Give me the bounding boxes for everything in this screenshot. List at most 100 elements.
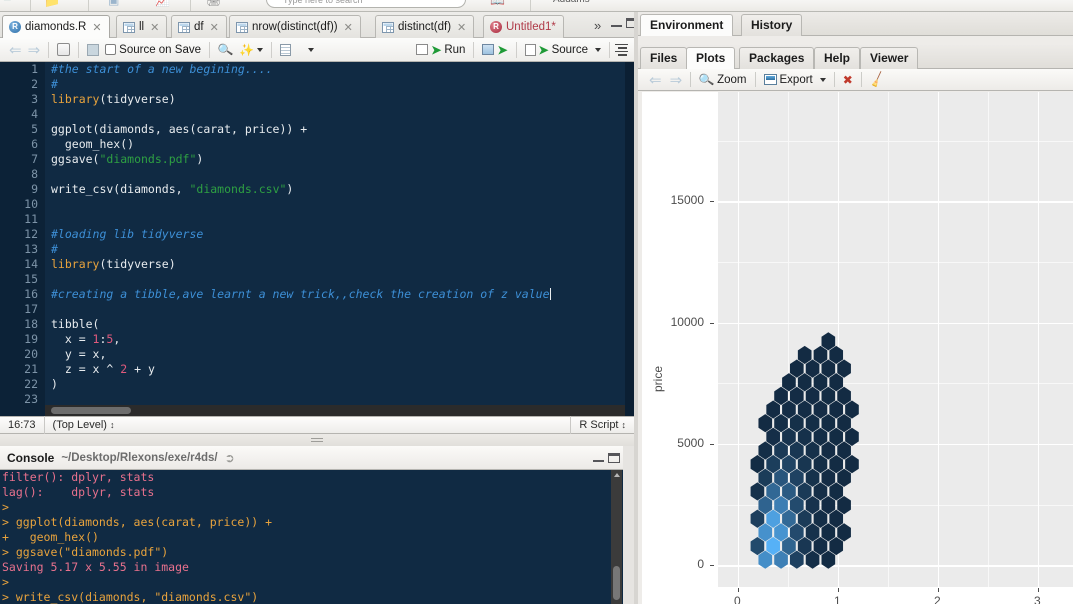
tab-close-icon[interactable]: ✕ [344, 21, 353, 34]
back-icon[interactable]: ⇐ [6, 41, 25, 59]
tab-packages[interactable]: Packages [739, 47, 815, 69]
hex-bin [797, 482, 812, 501]
compile-dropdown[interactable] [294, 47, 317, 52]
code-line[interactable] [45, 167, 634, 182]
hex-bin [821, 550, 836, 569]
source-on-save-checkbox[interactable]: Source on Save [102, 44, 204, 56]
minimize-icon[interactable] [593, 453, 604, 462]
tab-history[interactable]: History [741, 14, 803, 36]
previous-plot-icon[interactable]: ⇐ [645, 71, 666, 89]
rerun-arrow-icon: ➤ [497, 42, 508, 57]
hex-bin [789, 468, 804, 487]
hex-bin [829, 455, 844, 474]
file-type-selector[interactable]: R Script ↕ [571, 416, 634, 434]
hex-bin [766, 427, 780, 446]
share-icon[interactable]: ➲ [225, 451, 235, 465]
code-line[interactable]: z = x ^ 2 + y [45, 362, 634, 377]
folder-icon[interactable]: 📁 [44, 0, 60, 9]
tab-diamonds-r[interactable]: diamonds.R ✕ [2, 15, 110, 38]
tab-nrow-distinct-df[interactable]: nrow(distinct(df)) ✕ [229, 15, 361, 38]
compile-report-icon[interactable] [277, 43, 294, 56]
save-icon[interactable] [84, 43, 102, 56]
console-output[interactable]: filter(): dplyr, stats lag(): dplyr, stat… [0, 470, 634, 604]
code-line[interactable]: # [45, 242, 634, 257]
chart-icon[interactable]: 📈 [155, 0, 170, 7]
tab-close-icon[interactable]: ✕ [92, 21, 101, 34]
code-line[interactable]: x = 1:5, [45, 332, 634, 347]
tab-help[interactable]: Help [814, 47, 861, 69]
hex-bin [782, 536, 796, 556]
document-outline-icon[interactable] [615, 43, 628, 56]
remove-plot-button[interactable]: ✖ [839, 73, 857, 87]
code-horizontal-scrollbar[interactable] [45, 405, 625, 416]
tab-close-icon[interactable]: ✕ [150, 21, 159, 34]
hex-bin [782, 455, 796, 474]
scope-selector[interactable]: (Top Level) ↕ [45, 416, 123, 434]
code-editor[interactable]: 1 2 3 4 5 6 7 8 9 10 11 12 13 14 15 16 17 18 19 20 21 22 23 #t… [0, 62, 634, 416]
code-line[interactable]: library(tidyverse) [45, 257, 634, 272]
book-icon[interactable]: 📖 [490, 0, 505, 7]
code-line[interactable]: ggsave("diamonds.pdf") [45, 152, 634, 167]
tab-plots[interactable]: Plots [686, 47, 736, 69]
tab-ll[interactable]: ll ✕ [116, 15, 168, 38]
tab-viewer[interactable]: Viewer [860, 47, 919, 69]
tab-df[interactable]: df ✕ [171, 15, 227, 38]
run-button[interactable]: ➤ Run [413, 43, 468, 57]
hex-bin [789, 441, 804, 460]
rerun-button[interactable]: ➤ [479, 43, 510, 57]
code-line[interactable]: ggplot(diamonds, aes(carat, price)) + [45, 122, 634, 137]
code-line[interactable]: #the start of a new begining.... [45, 62, 634, 77]
minimize-icon[interactable] [611, 18, 622, 27]
print-icon[interactable]: 🖨 [206, 0, 221, 7]
tab-close-icon[interactable]: ✕ [457, 21, 466, 34]
next-plot-icon[interactable]: ⇒ [666, 71, 687, 89]
zoom-button[interactable]: 🔍 Zoom [695, 71, 750, 87]
code-line[interactable]: y = x, [45, 347, 634, 362]
code-line[interactable] [45, 197, 634, 212]
tab-environment[interactable]: Environment [640, 14, 734, 36]
export-button[interactable]: Export [760, 74, 830, 86]
y-tick-mark [710, 443, 714, 445]
forward-icon[interactable]: ⇒ [25, 41, 44, 59]
find-icon[interactable]: 🔍 [214, 41, 237, 58]
y-tick-mark [710, 565, 714, 567]
code-tools-button[interactable]: ✨ [236, 43, 266, 57]
code-line[interactable]: ) [45, 377, 634, 392]
y-tick-mark [710, 322, 714, 324]
hex-bin [845, 455, 859, 474]
code-content[interactable]: #the start of a new begining.... # library… [45, 62, 634, 416]
show-in-new-window-icon[interactable] [54, 43, 73, 56]
code-line[interactable] [45, 272, 634, 287]
code-line[interactable]: library(tidyverse) [45, 92, 634, 107]
os-search-input[interactable]: Type here to search [266, 0, 466, 8]
hex-bin [829, 400, 844, 419]
clear-all-plots-button[interactable]: 🧹 [866, 70, 889, 88]
code-line[interactable] [45, 302, 634, 317]
code-line[interactable]: geom_hex() [45, 137, 634, 152]
code-line[interactable]: tibble( [45, 317, 634, 332]
code-line[interactable]: # [45, 77, 634, 92]
window-icon[interactable]: ▣ [108, 0, 119, 7]
tab-untitled1[interactable]: Untitled1* [483, 15, 564, 38]
maximize-icon[interactable] [608, 452, 620, 463]
code-vertical-scrollbar[interactable] [625, 62, 634, 416]
tab-close-icon[interactable]: ✕ [210, 21, 219, 34]
hex-bin [821, 496, 836, 515]
code-line[interactable]: write_csv(diamonds, "diamonds.csv") [45, 182, 634, 197]
tab-distinct-df[interactable]: distinct(df) ✕ [375, 15, 475, 38]
code-line[interactable]: #creating a tibble,ave learnt a new tric… [45, 287, 634, 302]
r-script-icon-red [490, 21, 502, 33]
code-line[interactable]: #loading lib tidyverse [45, 227, 634, 242]
console-scrollbar[interactable] [611, 470, 622, 604]
line-number: 9 [31, 182, 38, 196]
source-button[interactable]: ➤ Source [522, 43, 605, 57]
pane-splitter[interactable] [0, 434, 634, 446]
code-line[interactable] [45, 212, 634, 227]
chevron-down-icon [595, 47, 601, 52]
tab-files[interactable]: Files [640, 47, 688, 69]
tab-overflow-icon[interactable]: » [594, 18, 601, 33]
window-minimize-icon[interactable]: ━ [4, 0, 11, 6]
code-line[interactable] [45, 107, 634, 122]
line-number: 13 [24, 242, 38, 256]
hex-bin [813, 345, 828, 365]
